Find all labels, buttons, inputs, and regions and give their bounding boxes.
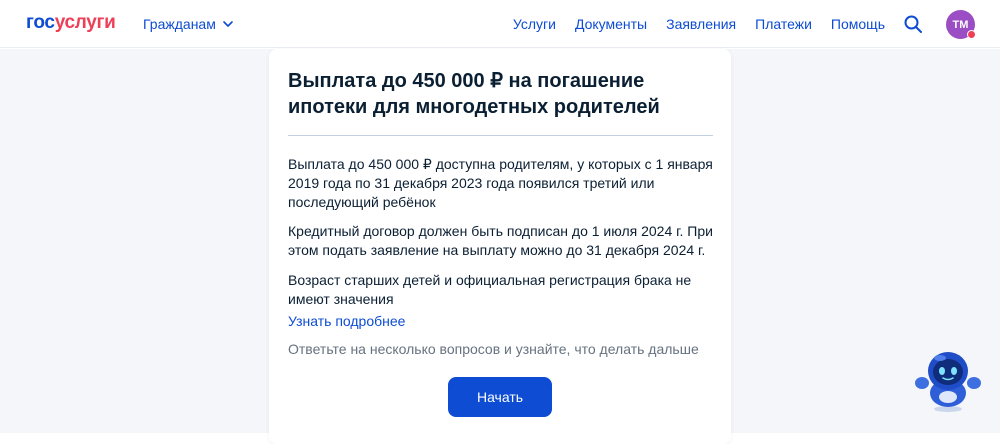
hint-text: Ответьте на несколько вопросов и узнайте… — [288, 341, 699, 357]
robot-assistant-icon[interactable] — [912, 347, 984, 413]
nav-item-payments[interactable]: Платежи — [755, 16, 812, 32]
info-paragraph-deadline: Кредитный договор должен быть подписан д… — [288, 223, 713, 258]
learn-more-link[interactable]: Узнать подробнее — [288, 313, 405, 329]
divider — [288, 135, 713, 136]
logo-part-gos: гос — [26, 12, 55, 33]
nav-item-documents[interactable]: Документы — [575, 16, 647, 32]
citizens-label: Гражданам — [143, 16, 216, 32]
top-header: госуслуги Гражданам Услуги Документы Зая… — [0, 0, 1000, 48]
avatar-initials: ТМ — [952, 18, 969, 31]
nav-item-services[interactable]: Услуги — [513, 16, 556, 32]
info-paragraph-eligibility: Выплата до 450 000 ₽ доступна родителям,… — [288, 156, 713, 210]
chevron-down-icon — [223, 21, 233, 27]
main-nav: Услуги Документы Заявления Платежи Помощ… — [513, 16, 885, 32]
service-card: Выплата до 450 000 ₽ на погашение ипотек… — [269, 49, 731, 444]
start-button[interactable]: Начать — [448, 377, 552, 417]
notification-dot — [967, 30, 976, 39]
info-paragraph-conditions: Возраст старших детей и официальная реги… — [288, 272, 692, 307]
nav-item-help[interactable]: Помощь — [831, 16, 885, 32]
page-title: Выплата до 450 000 ₽ на погашение ипотек… — [288, 70, 660, 118]
citizens-dropdown[interactable]: Гражданам — [143, 16, 234, 32]
nav-item-applications[interactable]: Заявления — [666, 16, 736, 32]
gosuslugi-logo[interactable]: госуслуги — [26, 12, 116, 34]
logo-part-uslugi: услуги — [54, 12, 116, 33]
search-icon[interactable] — [903, 14, 923, 34]
